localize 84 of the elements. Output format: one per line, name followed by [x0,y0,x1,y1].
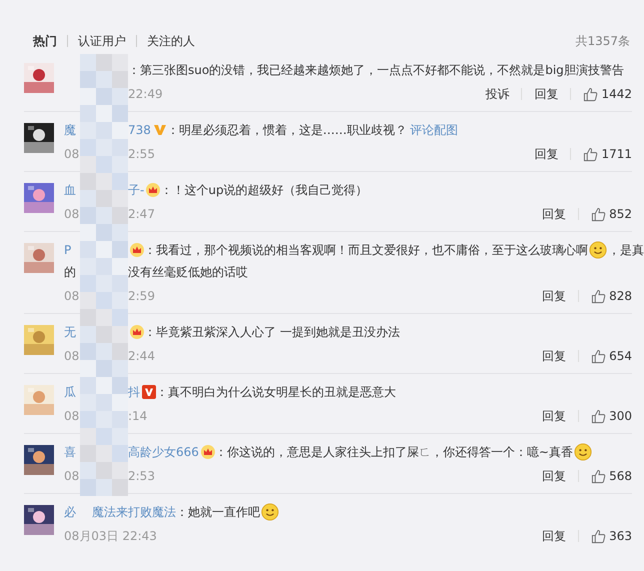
user-name[interactable]: 魔法来打败魔法 [92,504,176,520]
action-link[interactable]: 回复 [542,468,566,484]
user-name[interactable]: 魔 [64,122,76,136]
like-count: 1442 [601,87,632,101]
like-icon[interactable] [591,288,606,304]
crown-icon [146,183,160,197]
comment-text: 我看过，那个视频说的相当客观啊！而且文爱很好，也不庸俗，至于这么玻璃心啊 [156,242,588,258]
like-count: 828 [609,289,632,303]
action-link[interactable]: 投诉 [485,86,510,102]
comment-date: 08 [64,469,80,483]
colon: ： [160,182,172,198]
action-link[interactable]: 回复 [534,86,558,102]
comment-date: 08 [64,289,80,303]
user-name[interactable]: 喜 [64,444,76,458]
emoji-icon [261,503,279,521]
colon: ： [166,122,179,138]
like-icon[interactable] [591,468,606,484]
comment-date: 08 [64,147,80,161]
comment-date: 08 [64,409,80,423]
like-count: 1711 [601,147,632,161]
image-link[interactable]: 评论配图 [410,122,458,138]
comment-date: 08 [64,207,80,221]
like-count: 363 [609,529,632,543]
comment-date: 08 [64,349,80,363]
comment-text: 第三张图suo的没错，我已经越来越烦她了，一点点不好都不能说，不然就是big胆演技警告 [140,62,624,78]
user-name[interactable]: 738 [128,123,151,137]
comment-time: 2:47 [128,207,155,221]
colon: ： [214,444,227,460]
like-count: 654 [609,349,632,363]
action-link[interactable]: 回复 [542,408,566,424]
like-icon[interactable] [591,348,606,364]
comment-text: ，是真 [608,242,644,258]
colon: ： [144,324,156,340]
like-count: 852 [609,207,632,221]
tab[interactable]: 热门 [33,32,57,50]
action-link[interactable]: 回复 [542,528,566,544]
like-count: 300 [609,409,632,423]
emoji-icon [589,241,607,259]
like-icon[interactable] [591,408,606,424]
user-name[interactable]: 必 [64,504,76,518]
comment-text: ！这个up说的超级好（我自己觉得） [172,182,368,198]
colon: ： [156,384,168,400]
user-name[interactable]: 无 [64,324,76,338]
user-name[interactable]: 抖 [128,384,140,400]
tab[interactable]: 关注的人 [147,32,195,50]
user-name[interactable]: 高龄少女666 [128,444,199,460]
colon: ： [144,242,156,258]
verified-icon [152,123,167,137]
crown-icon [200,445,215,459]
comment-text: 她就一直作吧 [188,504,260,520]
crown-icon [130,243,144,257]
like-icon[interactable] [583,146,598,162]
action-link[interactable]: 回复 [534,146,558,162]
comment-time: 2:55 [128,147,155,161]
action-link[interactable]: 回复 [542,348,566,364]
comment-count: 共1357条 [575,32,630,50]
user-name[interactable]: P [64,243,72,257]
action-link[interactable]: 回复 [542,206,566,222]
comment-text: 的 [64,264,76,278]
comment-text: 毕竟紫丑紫深入人心了 一提到她就是丑没办法 [156,324,400,340]
comment-time: 22:49 [128,87,163,101]
user-name[interactable]: 子- [128,182,144,198]
comment-time: 2:44 [128,349,155,363]
comment-text: 你这说的，意思是人家往头上扣了屎ㄈ，你还得答一个：噫~真香 [226,444,573,460]
colon: ： [176,504,188,520]
comment-text: 真不明白为什么说女明星长的丑就是恶意大 [168,384,396,400]
verified-icon [142,385,156,399]
action-link[interactable]: 回复 [542,288,566,304]
comment-text: 没有丝毫贬低她的话哎 [128,264,248,280]
colon: ： [128,62,140,78]
comment-time: :14 [128,409,148,423]
comment-time: 2:59 [128,289,155,303]
like-icon[interactable] [591,528,606,544]
emoji-icon [574,443,592,461]
user-name[interactable]: 瓜 [64,384,76,398]
user-name[interactable]: 血 [64,182,76,196]
comment-time: 2:53 [128,469,155,483]
like-count: 568 [609,469,632,483]
crown-icon [130,325,144,339]
like-icon[interactable] [583,86,598,102]
tab[interactable]: 认证用户 [78,32,126,50]
comment-text: 明星必须忍着，惯着，这是……职业歧视？ [178,122,407,138]
comment-time: 08月03日 22:43 [64,528,157,544]
like-icon[interactable] [591,206,606,222]
